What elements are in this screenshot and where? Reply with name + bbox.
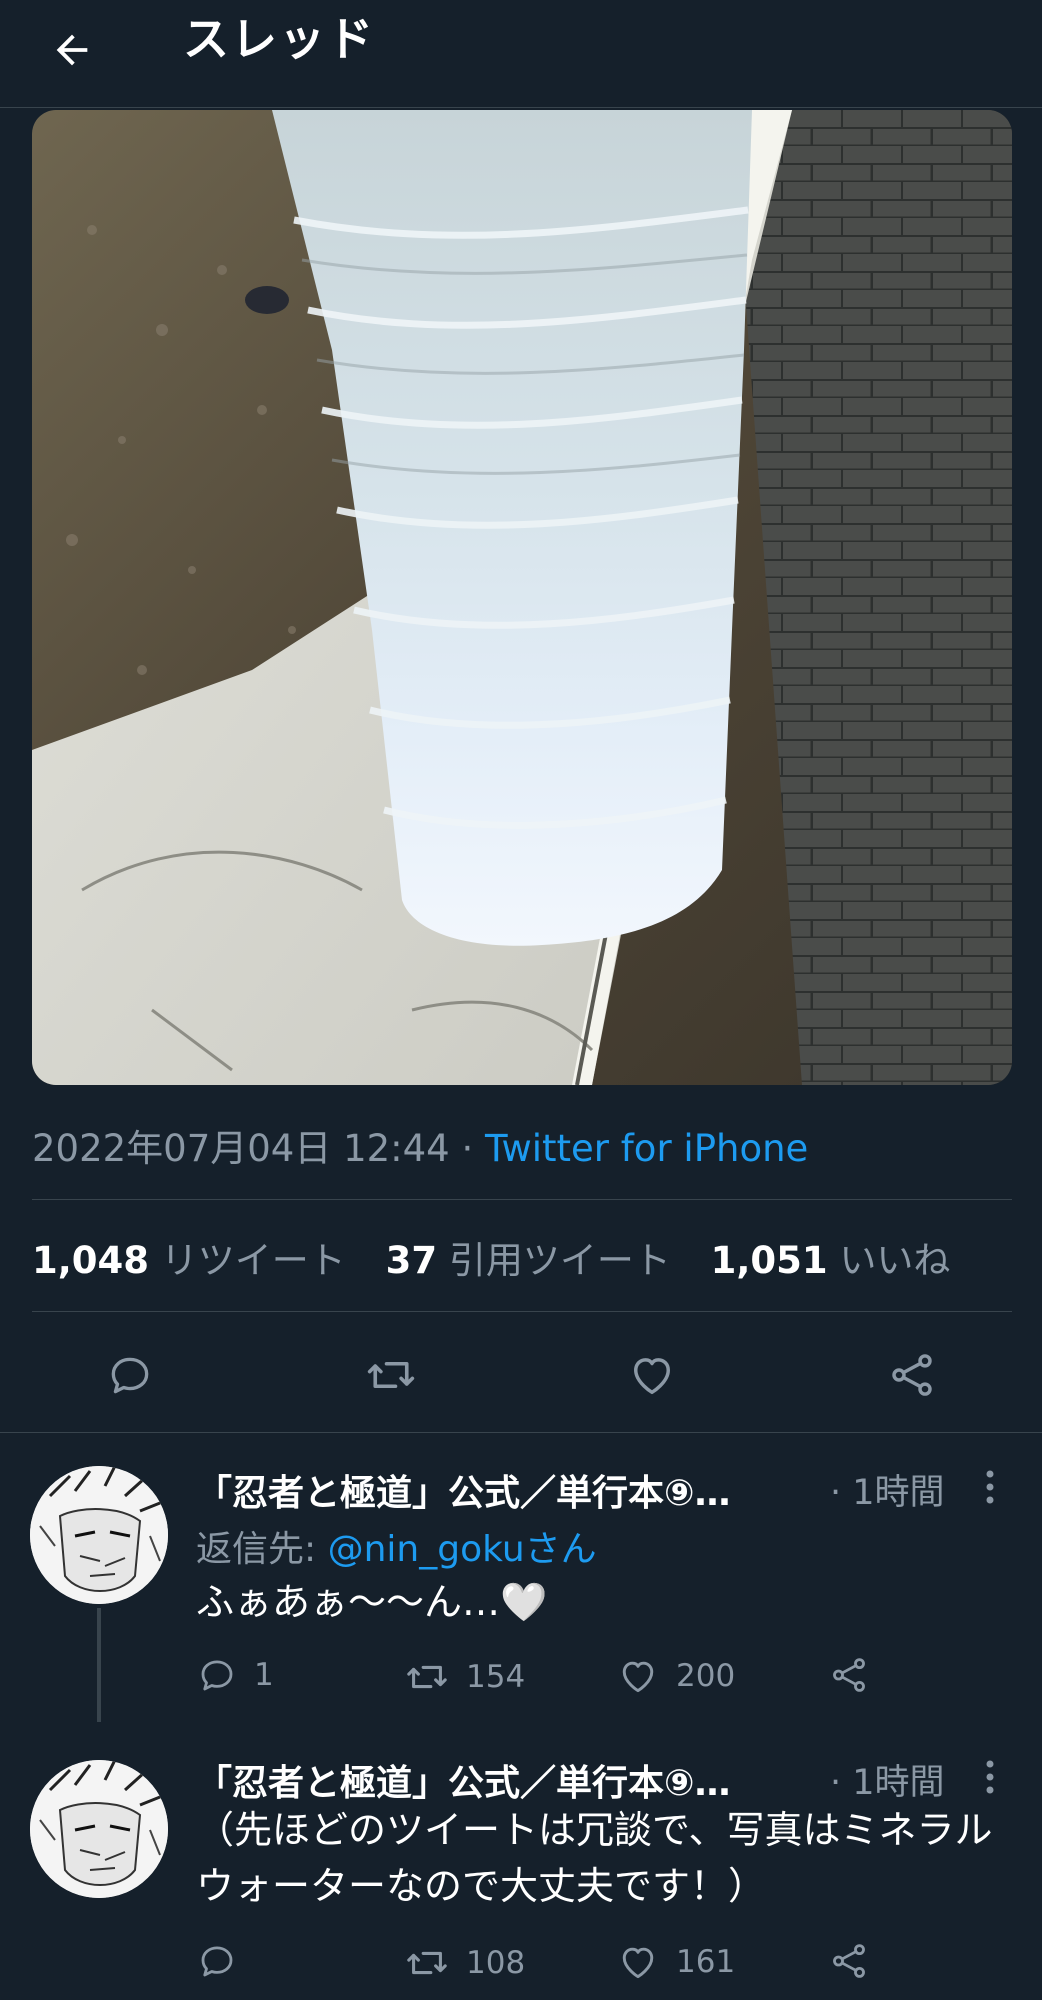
like-count: 1,051 (710, 1239, 828, 1282)
retweet-icon (367, 1361, 415, 1389)
replying-to-handle[interactable]: @nin_gokuさん (328, 1529, 597, 1570)
share-icon (833, 1658, 865, 1692)
retweet-count: 1,048 (32, 1239, 150, 1282)
top-bar: スレッド (0, 0, 1042, 108)
meta-separator: · (461, 1127, 474, 1170)
more-vertical-icon (986, 1760, 994, 1794)
reply-icon (111, 1357, 149, 1394)
retweet-icon (407, 1665, 447, 1689)
tweet-source-link[interactable]: Twitter for iPhone (485, 1127, 808, 1170)
avatar[interactable] (30, 1466, 168, 1604)
share-button[interactable] (872, 1330, 952, 1420)
back-button[interactable] (36, 14, 108, 86)
quote-count: 37 (385, 1239, 438, 1282)
retweet-label: リツイート (160, 1239, 346, 1282)
reply-reply-button[interactable] (196, 1940, 254, 1982)
reply-text: ふぁあぁ〜〜ん…🤍 (196, 1580, 548, 1624)
photo-image (32, 110, 1012, 1085)
reply-share-button[interactable] (828, 1940, 870, 1982)
retweet-count: 108 (466, 1945, 526, 1981)
avatar[interactable] (30, 1760, 168, 1898)
avatar-image (30, 1760, 168, 1898)
reply-reply-button[interactable]: 1 (196, 1654, 274, 1696)
retweet-count: 154 (466, 1659, 526, 1695)
like-count: 161 (676, 1944, 736, 1980)
like-count: 200 (676, 1658, 736, 1694)
heart-icon (622, 1661, 654, 1693)
avatar-image (30, 1466, 168, 1604)
reply-text: （先ほどのツイートは冗談で、写真はミネラルウォーターなので大丈夫です！） (196, 1808, 993, 1908)
share-icon (892, 1354, 932, 1396)
heart-icon (622, 1947, 654, 1979)
more-options-button[interactable] (975, 1752, 1005, 1802)
quote-stat[interactable]: 37 引用ツイート (386, 1239, 699, 1282)
reply-button[interactable] (90, 1330, 170, 1420)
retweet-stat[interactable]: 1,048 リツイート (32, 1239, 374, 1282)
more-vertical-icon (986, 1470, 994, 1504)
replying-to-prefix: 返信先: (196, 1529, 328, 1570)
page-title: スレッド (183, 12, 375, 66)
reply-tweet[interactable]: 「忍者と極道」公式／単行本⑨… · 1時間 （先ほどのツイートは冗談で、写真はミ… (0, 1722, 1042, 2000)
tweet-photo[interactable] (32, 110, 1012, 1085)
reply-author-name[interactable]: 「忍者と極道」公式／単行本⑨… (196, 1754, 730, 1806)
like-label: いいね (839, 1239, 951, 1282)
reply-time[interactable]: · 1時間 (830, 1464, 945, 1515)
reply-icon (201, 1946, 233, 1977)
reply-share-button[interactable] (828, 1654, 870, 1696)
reply-like-button[interactable]: 200 (616, 1654, 735, 1698)
divider (32, 1199, 1012, 1200)
thread-line (97, 1608, 101, 1722)
more-options-button[interactable] (975, 1462, 1005, 1512)
share-icon (833, 1944, 865, 1978)
retweet-icon (407, 1951, 447, 1975)
reply-author-name[interactable]: 「忍者と極道」公式／単行本⑨… (196, 1464, 730, 1516)
quote-label: 引用ツイート (448, 1239, 671, 1282)
arrow-left-icon (56, 34, 88, 66)
replying-to: 返信先: @nin_gokuさん (196, 1520, 597, 1572)
reply-like-button[interactable]: 161 (616, 1940, 735, 1984)
tweet-action-bar (0, 1330, 1042, 1420)
reply-retweet-button[interactable]: 154 (404, 1654, 525, 1700)
retweet-button[interactable] (351, 1330, 431, 1420)
tweet-stats: 1,048 リツイート 37 引用ツイート 1,051 いいね (32, 1230, 978, 1284)
reply-count: 1 (254, 1657, 274, 1693)
reply-icon (201, 1660, 233, 1691)
tweet-timestamp[interactable]: 2022年07月04日 12:44 (32, 1127, 450, 1170)
reply-retweet-button[interactable]: 108 (404, 1940, 525, 1986)
heart-icon (634, 1358, 670, 1395)
like-stat[interactable]: 1,051 いいね (711, 1239, 979, 1282)
reply-time[interactable]: · 1時間 (830, 1754, 945, 1805)
like-button[interactable] (612, 1330, 692, 1420)
divider (32, 1311, 1012, 1312)
tweet-metadata: 2022年07月04日 12:44 · Twitter for iPhone (32, 1118, 808, 1172)
reply-tweet[interactable]: 「忍者と極道」公式／単行本⑨… · 1時間 返信先: @nin_gokuさん ふ… (0, 1432, 1042, 1722)
